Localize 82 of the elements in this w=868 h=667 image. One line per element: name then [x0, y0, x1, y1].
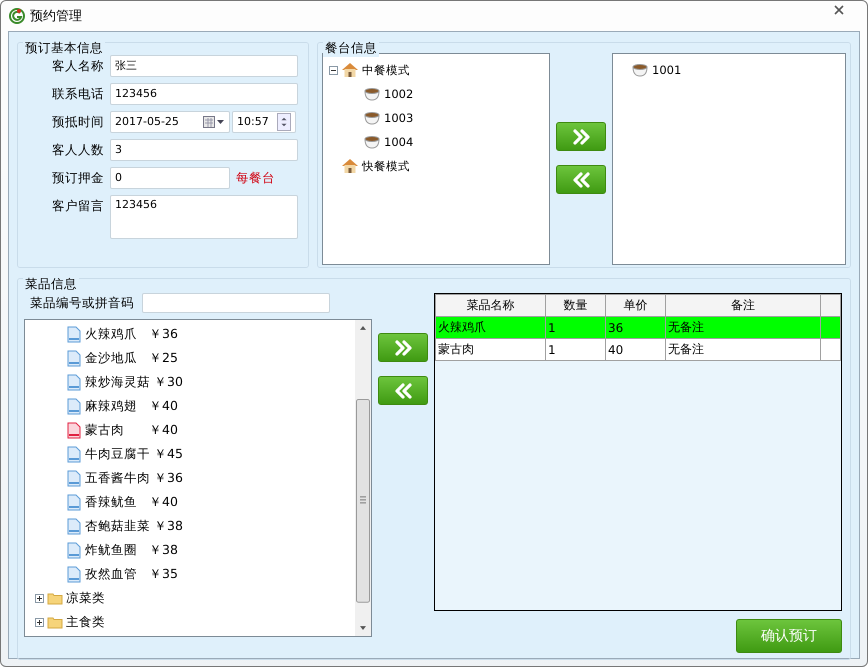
panel-title: 餐台信息 — [323, 40, 379, 57]
folder-icon — [47, 616, 63, 628]
note-text: 每餐台 — [236, 169, 275, 187]
field-label: 预抵时间 — [51, 113, 104, 131]
field-label: 客人人数 — [51, 141, 104, 159]
table-cell: 1 — [546, 316, 606, 338]
dish-name[interactable]: 炸鱿鱼圈 — [85, 542, 145, 558]
dish-name[interactable]: 香辣鱿鱼 — [85, 494, 145, 510]
text-field[interactable]: 3 — [110, 139, 298, 161]
dish-price: ￥40 — [149, 494, 178, 510]
cup-icon — [363, 135, 381, 149]
house-icon — [341, 158, 359, 174]
dish-name[interactable]: 杏鲍菇韭菜 — [85, 518, 150, 534]
tree-node[interactable]: 1002 — [384, 87, 414, 101]
column-header: 单价 — [606, 294, 666, 316]
category-name[interactable]: 主食类 — [66, 614, 105, 630]
add-dish-button[interactable] — [378, 333, 428, 362]
text-field[interactable]: 0 — [110, 167, 230, 189]
table-cell: 蒙古肉 — [436, 338, 546, 360]
dish-name[interactable]: 牛肉豆腐干 — [85, 446, 150, 462]
dish-price: ￥35 — [149, 566, 178, 582]
table-cell: 无备注 — [666, 316, 820, 338]
column-header: 菜品名称 — [436, 294, 546, 316]
table-cell: 40 — [606, 338, 666, 360]
dish-name[interactable]: 孜然血管 — [85, 566, 145, 582]
dish-price: ￥40 — [149, 422, 178, 438]
tree-node[interactable]: 快餐模式 — [362, 158, 410, 174]
dish-price: ￥30 — [154, 374, 183, 390]
date-field[interactable]: 2017-05-25 — [110, 111, 230, 133]
search-label: 菜品编号或拼音码 — [30, 294, 134, 312]
dish-price: ￥45 — [154, 446, 183, 462]
dish-name[interactable]: 蒙古肉 — [85, 422, 145, 438]
close-icon[interactable] — [834, 5, 844, 15]
dish-price: ￥36 — [154, 470, 183, 486]
field-label: 联系电话 — [51, 85, 104, 103]
field-label: 预订押金 — [51, 169, 104, 187]
dish-name[interactable]: 辣炒海灵菇 — [85, 374, 150, 390]
remove-table-button[interactable] — [556, 165, 606, 194]
cup-icon — [363, 111, 381, 125]
expand-icon[interactable] — [35, 618, 44, 626]
text-field[interactable]: 123456 — [110, 83, 298, 105]
category-name[interactable]: 凉菜类 — [66, 590, 105, 606]
time-field[interactable]: 10:57 — [232, 111, 296, 133]
app-logo-icon — [9, 8, 25, 24]
table-cell: 36 — [606, 316, 666, 338]
dish-name[interactable]: 麻辣鸡翅 — [85, 398, 145, 414]
table-cell: 无备注 — [666, 338, 820, 360]
panel-title: 菜品信息 — [23, 276, 79, 293]
add-table-button[interactable] — [556, 122, 606, 151]
calendar-icon[interactable] — [203, 116, 225, 128]
tree-node[interactable]: 1003 — [384, 111, 414, 125]
table-cell: 1 — [546, 338, 606, 360]
expand-icon[interactable] — [35, 594, 44, 602]
field-label: 客户留言 — [51, 197, 104, 215]
cup-icon — [631, 63, 649, 77]
spinner-icon[interactable] — [277, 113, 291, 131]
tree-node[interactable]: 1001 — [652, 63, 682, 77]
house-icon — [341, 62, 359, 78]
panel-title: 预订基本信息 — [23, 40, 105, 57]
folder-icon — [47, 592, 63, 604]
cup-icon — [363, 87, 381, 101]
column-header: 备注 — [666, 294, 820, 316]
dish-price: ￥25 — [149, 350, 178, 366]
field-label: 客人名称 — [51, 57, 104, 75]
dish-price: ￥36 — [149, 326, 178, 342]
dish-price: ￥40 — [149, 398, 178, 414]
remove-dish-button[interactable] — [378, 376, 428, 405]
dish-name[interactable]: 金沙地瓜 — [85, 350, 145, 366]
tree-node[interactable]: 中餐模式 — [362, 62, 410, 78]
dish-price: ￥38 — [149, 542, 178, 558]
dish-price: ￥38 — [154, 518, 183, 534]
collapse-icon[interactable] — [329, 66, 338, 74]
scrollbar[interactable] — [355, 320, 371, 636]
dish-name[interactable]: 五香酱牛肉 — [85, 470, 150, 486]
window-title: 预约管理 — [30, 8, 83, 25]
text-field[interactable]: 张三 — [110, 55, 298, 77]
search-field[interactable] — [142, 293, 330, 313]
dish-name[interactable]: 火辣鸡爪 — [85, 326, 145, 342]
column-header: 数量 — [546, 294, 606, 316]
message-field[interactable]: 123456 — [110, 195, 298, 239]
tree-node[interactable]: 1004 — [384, 135, 414, 149]
table-cell: 火辣鸡爪 — [436, 316, 546, 338]
